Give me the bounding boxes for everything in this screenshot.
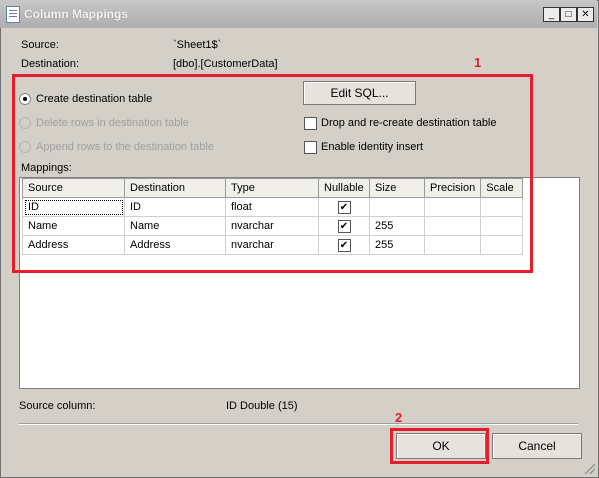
cancel-button[interactable]: Cancel	[492, 433, 582, 459]
close-button[interactable]: ✕	[577, 7, 594, 22]
annotation-box-1	[12, 74, 533, 273]
source-column-value: ID Double (15)	[226, 400, 298, 412]
source-value: `Sheet1$`	[173, 39, 222, 51]
destination-value: [dbo].[CustomerData]	[173, 58, 278, 70]
annotation-number-1: 1	[474, 55, 482, 70]
title-bar: Column Mappings	[0, 0, 597, 28]
source-column-label: Source column:	[19, 400, 96, 412]
source-label: Source:	[21, 39, 59, 51]
annotation-box-2	[390, 428, 489, 464]
window-title: Column Mappings	[24, 7, 128, 21]
footer-divider	[19, 423, 578, 425]
minimize-button[interactable]: _	[543, 7, 560, 22]
resize-grip-icon[interactable]	[583, 462, 595, 474]
maximize-button[interactable]: □	[560, 7, 577, 22]
destination-label: Destination:	[21, 58, 80, 70]
dialog-document-icon	[6, 6, 20, 23]
annotation-number-2: 2	[395, 410, 403, 425]
